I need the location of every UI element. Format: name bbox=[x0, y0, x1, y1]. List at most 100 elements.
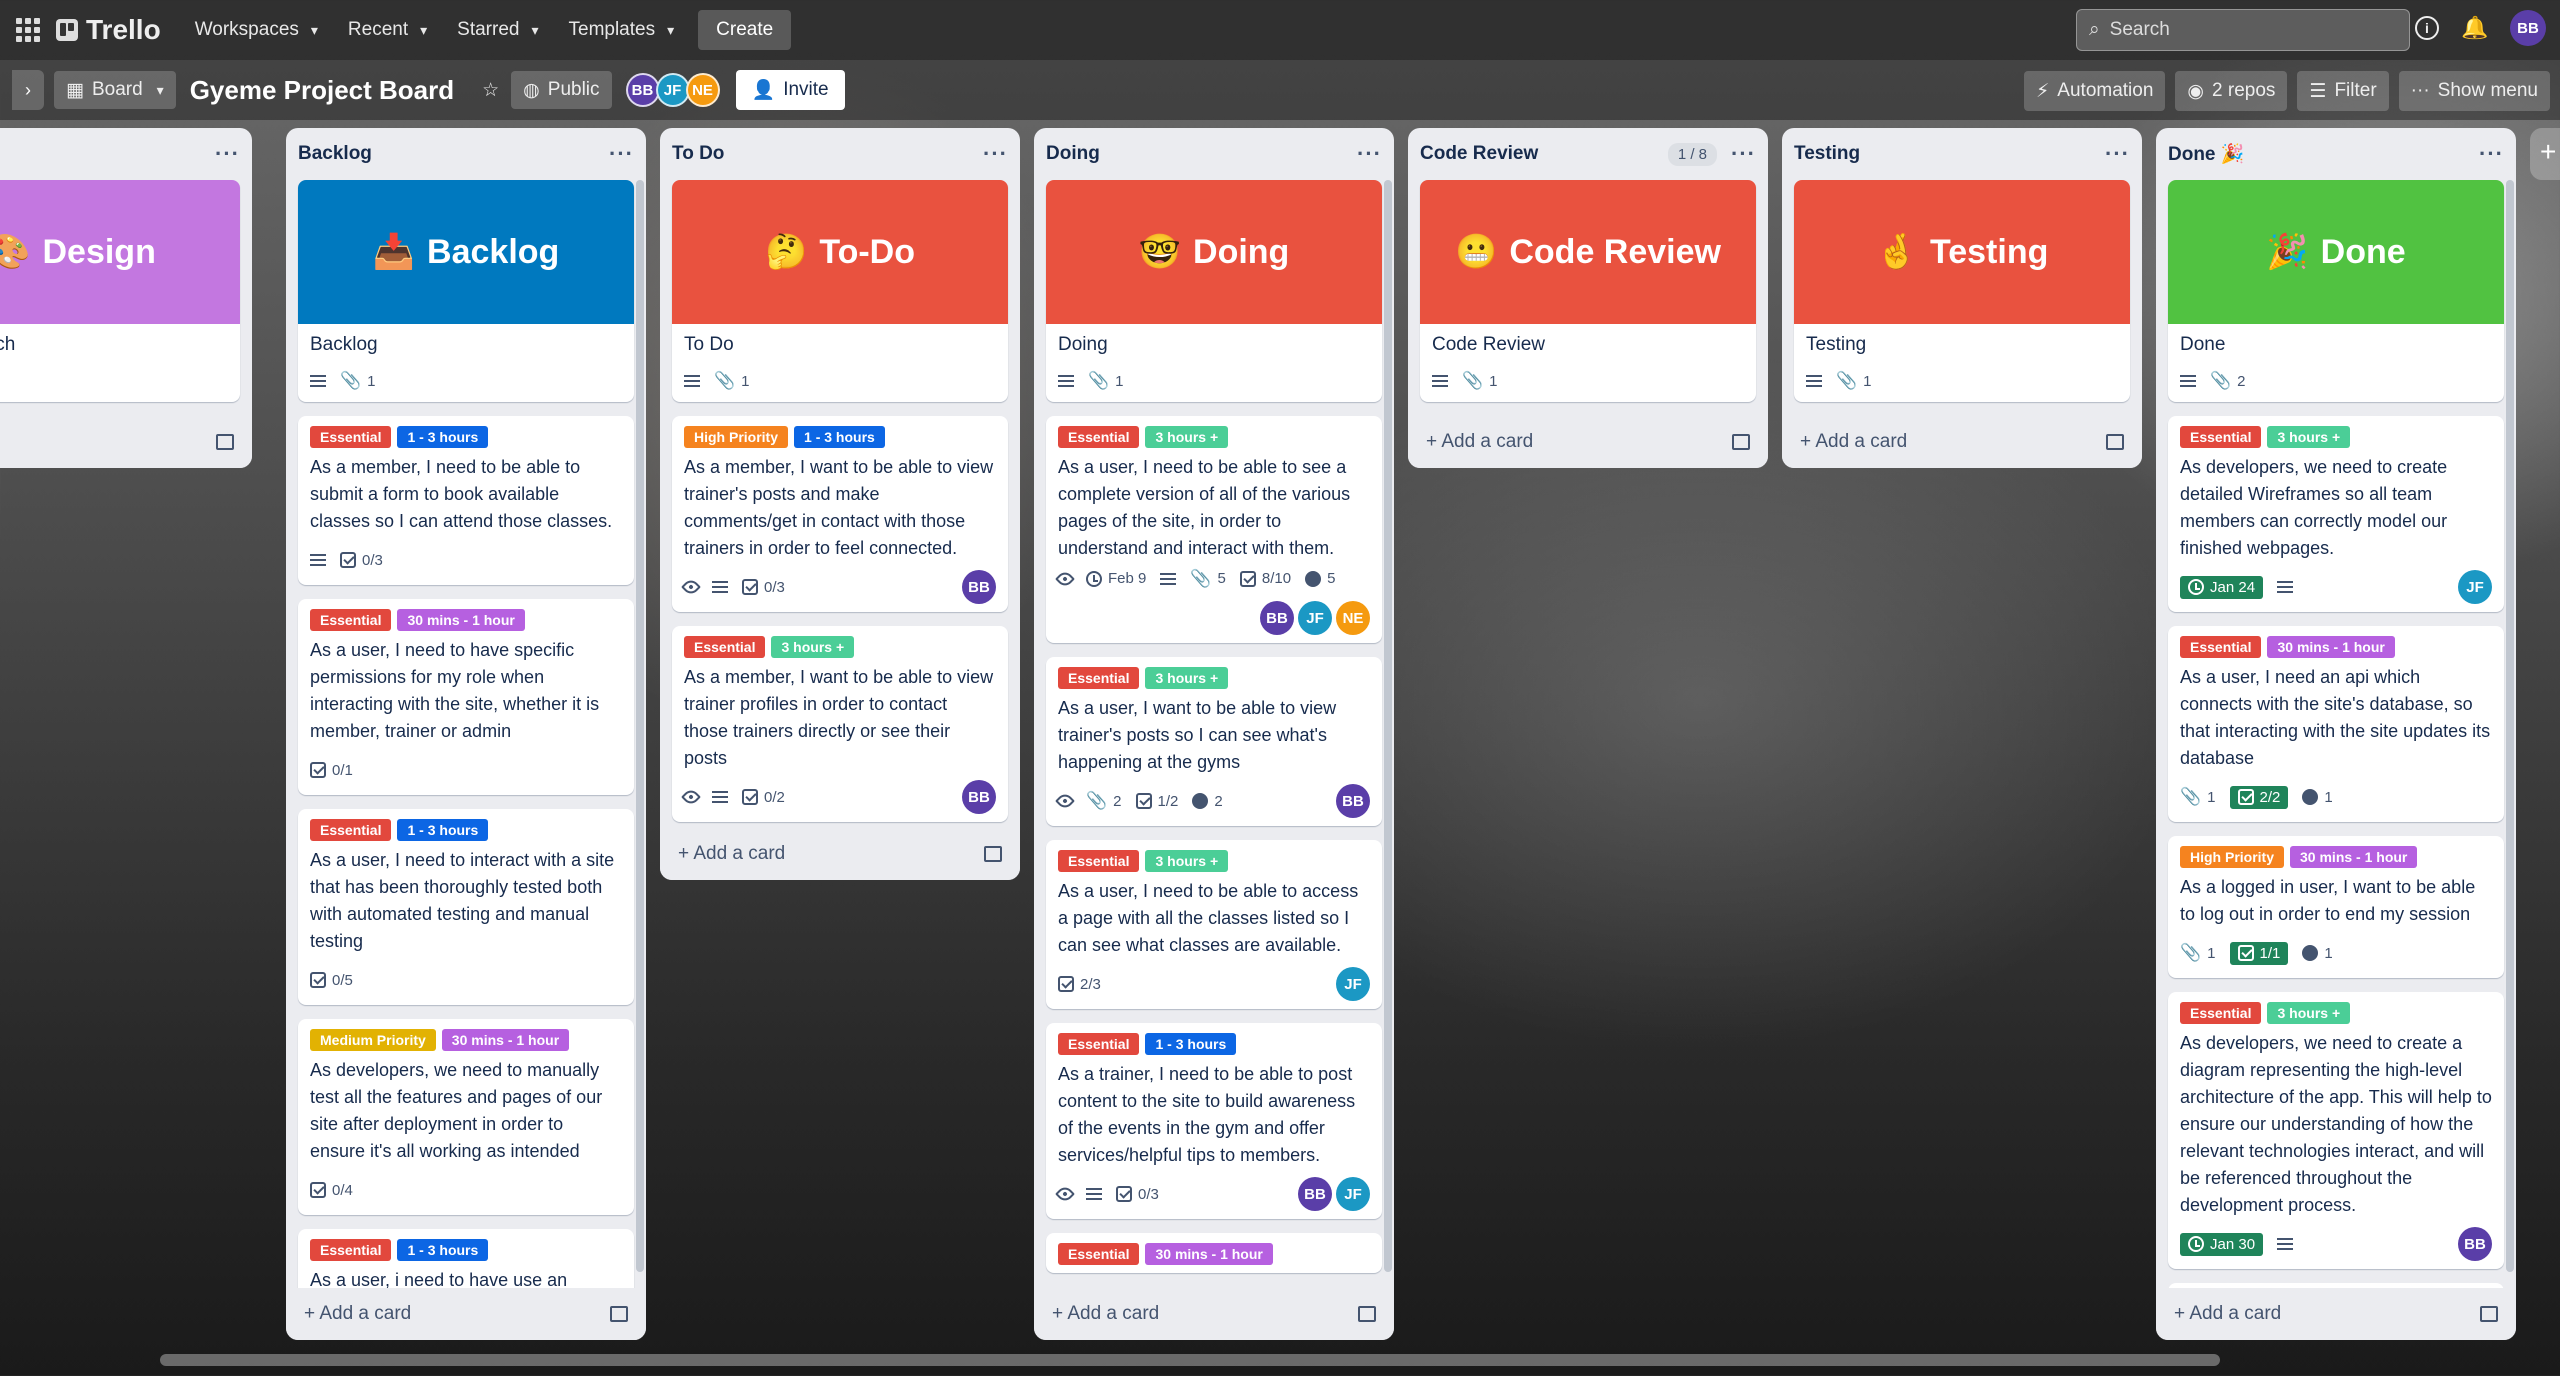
card-label[interactable]: Essential bbox=[2180, 1002, 2262, 1024]
user-avatar[interactable]: BB bbox=[2510, 10, 2546, 46]
add-card-button[interactable]: + Add a card bbox=[660, 828, 1020, 880]
list-vertical-scrollbar[interactable] bbox=[1384, 180, 1392, 1272]
card-label[interactable]: 3 hours + bbox=[771, 636, 855, 658]
task-card[interactable]: Essential 3 hours + As a user, I need to b… bbox=[1046, 840, 1382, 1009]
member-avatar[interactable]: JF bbox=[655, 73, 690, 107]
app-switcher-icon[interactable] bbox=[14, 16, 42, 44]
list-header[interactable]: Testing ··· bbox=[1782, 128, 2142, 180]
list-cover-card[interactable]: 😬 Code Review Code Review 📎 1 bbox=[1420, 180, 1756, 402]
add-list-button[interactable]: + bbox=[2530, 128, 2560, 180]
list-vertical-scrollbar[interactable] bbox=[636, 180, 644, 1272]
notifications-bell-icon[interactable]: 🔔 bbox=[2461, 15, 2488, 41]
search-input[interactable]: ⌕ Search bbox=[2076, 9, 2410, 51]
member-avatar[interactable]: BB bbox=[962, 570, 996, 604]
card-label[interactable]: Essential bbox=[310, 819, 392, 841]
add-card-button[interactable]: + Add a card bbox=[1034, 1288, 1394, 1340]
member-avatar[interactable]: BB bbox=[625, 73, 660, 107]
horizontal-scrollbar[interactable] bbox=[160, 1354, 2220, 1366]
card-label[interactable]: Essential bbox=[310, 426, 392, 448]
task-card[interactable]: Essential 1 - 3 hours As a user, I need to… bbox=[298, 809, 634, 1005]
member-avatar[interactable]: BB bbox=[2458, 1227, 2492, 1261]
workspaces-menu[interactable]: Workspaces ▾ bbox=[183, 10, 330, 50]
card-label[interactable]: 30 mins - 1 hour bbox=[397, 609, 525, 631]
member-avatar[interactable]: NE bbox=[1336, 601, 1370, 635]
member-avatar[interactable]: BB bbox=[1260, 601, 1294, 635]
member-avatar[interactable]: BB bbox=[1336, 784, 1370, 818]
task-card[interactable]: Essential 3 hours + As a user, I need to b… bbox=[1046, 416, 1382, 643]
member-avatar[interactable]: BB bbox=[962, 780, 996, 814]
member-avatar[interactable]: JF bbox=[2458, 570, 2492, 604]
add-card-button[interactable]: + Add a card bbox=[1782, 416, 2142, 468]
list-cover-card[interactable]: 🎨 Design & Research bbox=[0, 180, 240, 402]
task-card[interactable]: High Priority 1 - 3 hours As a member, I w… bbox=[672, 416, 1008, 612]
card-label[interactable]: Essential bbox=[2180, 636, 2262, 658]
member-avatar[interactable]: BB bbox=[1298, 1177, 1332, 1211]
create-from-template-icon[interactable] bbox=[1358, 1306, 1376, 1322]
task-card[interactable]: Essential 1 - 3 hours As a trainer, I need… bbox=[1046, 1023, 1382, 1219]
list-menu-icon[interactable]: ··· bbox=[983, 141, 1008, 167]
expand-sidebar-icon[interactable]: › bbox=[12, 70, 44, 110]
add-card-button[interactable]: + a card bbox=[0, 416, 252, 468]
list-title[interactable]: To Do bbox=[672, 143, 724, 165]
show-menu-button[interactable]: ··· Show menu bbox=[2398, 71, 2550, 111]
list-cover-card[interactable]: 🤓 Doing Doing 📎 1 bbox=[1046, 180, 1382, 402]
list-menu-icon[interactable]: ··· bbox=[2479, 141, 2504, 167]
list-vertical-scrollbar[interactable] bbox=[2506, 180, 2514, 1272]
starred-menu[interactable]: Starred ▾ bbox=[445, 10, 550, 50]
create-from-template-icon[interactable] bbox=[1732, 434, 1750, 450]
member-avatar[interactable]: NE bbox=[685, 73, 720, 107]
task-card[interactable]: Essential 3 hours + As a user, I want to b… bbox=[1046, 657, 1382, 826]
card-label[interactable]: Essential bbox=[684, 636, 766, 658]
automation-button[interactable]: ⚡ Automation bbox=[2023, 71, 2166, 111]
list-menu-icon[interactable]: ··· bbox=[2105, 141, 2130, 167]
card-label[interactable]: 30 mins - 1 hour bbox=[2290, 846, 2418, 868]
member-avatar[interactable]: JF bbox=[1298, 601, 1332, 635]
create-from-template-icon[interactable] bbox=[610, 1306, 628, 1322]
card-label[interactable]: 30 mins - 1 hour bbox=[1145, 1243, 1273, 1265]
card-label[interactable]: Essential bbox=[1058, 1243, 1140, 1265]
card-label[interactable]: 3 hours + bbox=[1145, 850, 1229, 872]
card-label[interactable]: 1 - 3 hours bbox=[397, 426, 489, 448]
list-title[interactable]: Doing bbox=[1046, 143, 1100, 165]
board-title[interactable]: Gyeme Project Board bbox=[190, 75, 454, 106]
card-label[interactable]: 30 mins - 1 hour bbox=[441, 1029, 570, 1051]
list-title[interactable]: Code Review bbox=[1420, 143, 1538, 165]
card-label[interactable]: Essential bbox=[310, 609, 392, 631]
recent-menu[interactable]: Recent ▾ bbox=[336, 10, 439, 50]
task-card[interactable]: Essential 1 - 3 hours As a member, I need … bbox=[298, 416, 634, 585]
list-menu-icon[interactable]: ··· bbox=[215, 141, 240, 167]
task-card[interactable]: Essential 3 hours + As developers, we need… bbox=[2168, 992, 2504, 1269]
task-card[interactable]: Essential 30 mins - 1 hour As a user, I ne… bbox=[2168, 626, 2504, 822]
task-card[interactable]: Essential 30 mins - 1 hour As a user, I ne… bbox=[298, 599, 634, 795]
card-label[interactable]: Essential bbox=[1058, 667, 1140, 689]
member-avatar[interactable]: JF bbox=[1336, 967, 1370, 1001]
list-header[interactable]: Doing ··· bbox=[1034, 128, 1394, 180]
card-label[interactable]: Essential bbox=[2180, 426, 2262, 448]
add-card-button[interactable]: + Add a card bbox=[286, 1288, 646, 1340]
card-label[interactable]: Essential bbox=[310, 1239, 392, 1261]
create-from-template-icon[interactable] bbox=[2106, 434, 2124, 450]
create-from-template-icon[interactable] bbox=[2480, 1306, 2498, 1322]
board-view-switcher[interactable]: ▦ Board ▾ bbox=[54, 71, 176, 109]
task-card[interactable]: Essential30 mins - 1 hour bbox=[1046, 1233, 1382, 1273]
list-menu-icon[interactable]: ··· bbox=[1357, 141, 1382, 167]
list-title[interactable]: Testing bbox=[1794, 143, 1860, 165]
list-cover-card[interactable]: 📥 Backlog Backlog 📎 1 bbox=[298, 180, 634, 402]
card-label[interactable]: 1 - 3 hours bbox=[794, 426, 885, 448]
card-label[interactable]: High Priority bbox=[2180, 846, 2285, 868]
list-menu-icon[interactable]: ··· bbox=[609, 141, 634, 167]
card-label[interactable]: 1 - 3 hours bbox=[1145, 1033, 1237, 1055]
task-card[interactable]: Essential 3 hours + As developers, we need… bbox=[2168, 416, 2504, 612]
member-avatar[interactable]: JF bbox=[1336, 1177, 1370, 1211]
task-card[interactable]: Essential 3 hours + As a member, I want to… bbox=[672, 626, 1008, 822]
star-board-button[interactable]: ☆ bbox=[470, 71, 511, 109]
filter-button[interactable]: ☰ Filter bbox=[2297, 71, 2389, 111]
list-cover-card[interactable]: 🤞 Testing Testing 📎 1 bbox=[1794, 180, 2130, 402]
info-icon[interactable]: i bbox=[2414, 15, 2440, 41]
list-header[interactable]: ··· bbox=[0, 128, 252, 180]
create-from-template-icon[interactable] bbox=[216, 434, 234, 450]
card-label[interactable]: High Priority bbox=[684, 426, 789, 448]
list-header[interactable]: Code Review 1 / 8 ··· bbox=[1408, 128, 1768, 180]
visibility-button[interactable]: ◍ Public bbox=[511, 71, 612, 109]
list-title[interactable]: Backlog bbox=[298, 143, 372, 165]
